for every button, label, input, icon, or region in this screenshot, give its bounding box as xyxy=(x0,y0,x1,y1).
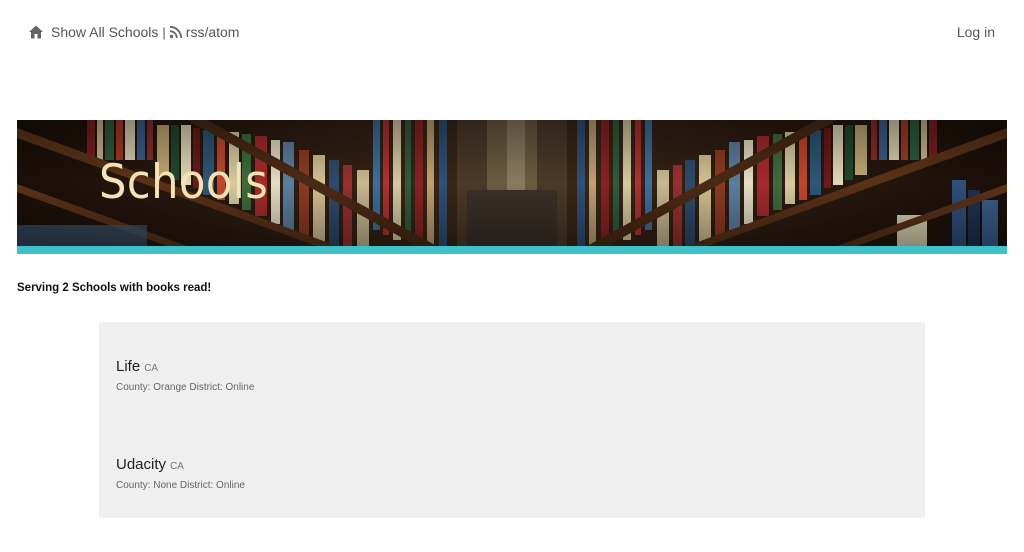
rss-atom-link[interactable]: rss/atom xyxy=(186,24,240,40)
schools-summary: Serving 2 Schools with books read! xyxy=(17,282,212,294)
home-icon[interactable] xyxy=(28,24,44,40)
page-title: Schools xyxy=(99,155,269,210)
rss-icon[interactable] xyxy=(169,25,183,39)
nav-left: Show All Schools | rss/atom xyxy=(28,24,239,40)
top-navigation: Show All Schools | rss/atom Log in xyxy=(0,0,1024,66)
school-name-link[interactable]: Udacity xyxy=(116,456,166,473)
show-all-schools-link[interactable]: Show All Schools xyxy=(51,24,158,40)
schools-list: Life CA County: Orange District: Online … xyxy=(99,322,925,518)
school-location: County: Orange District: Online xyxy=(116,382,255,393)
nav-separator: | xyxy=(162,24,166,40)
list-item: Life CA County: Orange District: Online xyxy=(116,358,254,393)
login-link[interactable]: Log in xyxy=(957,24,995,40)
school-location: County: None District: Online xyxy=(116,480,245,491)
banner-accent-bar xyxy=(17,246,1007,254)
school-state: CA xyxy=(144,363,159,374)
schools-banner: Schools xyxy=(17,120,1007,246)
school-state: CA xyxy=(170,461,184,472)
list-item: Udacity CA County: None District: Online xyxy=(116,456,245,491)
school-name-link[interactable]: Life xyxy=(116,358,140,375)
